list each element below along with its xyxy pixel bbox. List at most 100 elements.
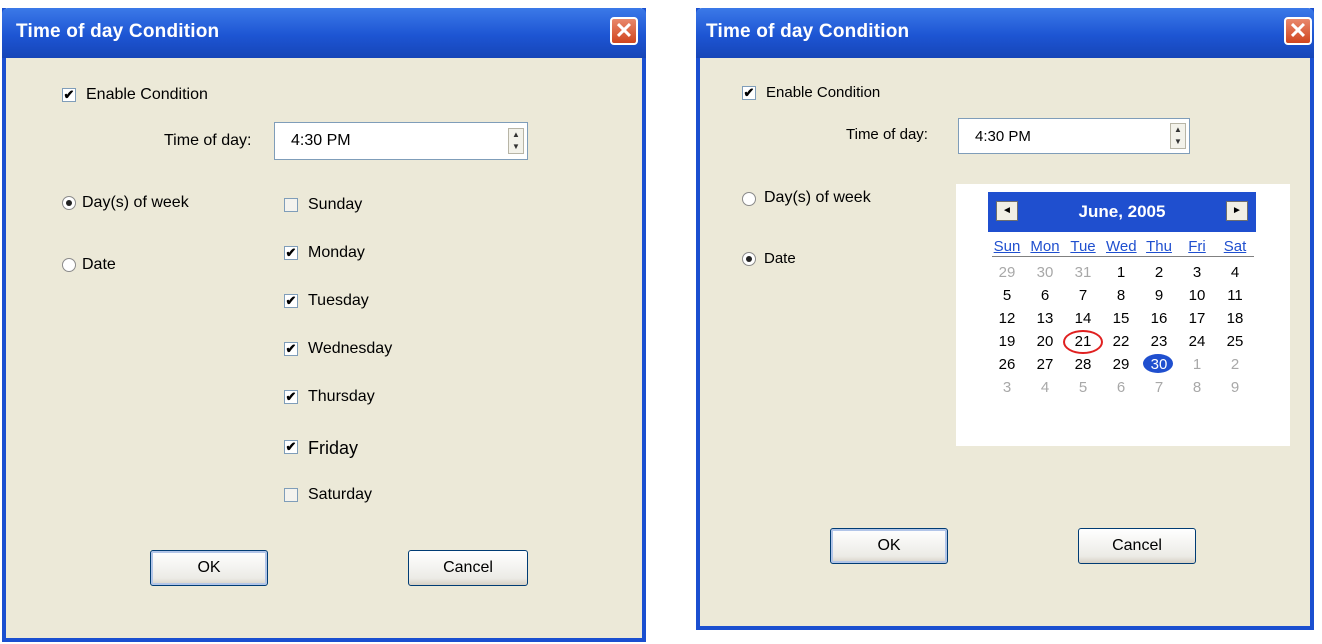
calendar-day[interactable]: 3 (1182, 264, 1212, 281)
calendar-day-number: 6 (1040, 287, 1050, 304)
calendar-day[interactable]: 1 (1182, 356, 1212, 373)
calendar-day-number: 30 (1036, 264, 1054, 281)
calendar-day[interactable]: 7 (1068, 287, 1098, 304)
calendar-day[interactable]: 11 (1220, 287, 1250, 304)
calendar-day[interactable]: 8 (1106, 287, 1136, 304)
time-of-day-input[interactable]: 4:30 PM ▲ ▼ (274, 122, 528, 160)
calendar-day[interactable]: 18 (1220, 310, 1250, 327)
calendar-divider (992, 256, 1254, 257)
calendar-day[interactable]: 10 (1182, 287, 1212, 304)
calendar-day-number: 16 (1150, 310, 1168, 327)
title-bar[interactable]: Time of day Condition ✕ (696, 8, 1314, 58)
calendar-day[interactable]: 9 (1220, 379, 1250, 396)
calendar-day[interactable]: 28 (1068, 356, 1098, 373)
enable-condition-checkbox[interactable]: ✔ (742, 86, 756, 100)
date-radio[interactable] (742, 252, 756, 266)
day-checkbox-friday[interactable]: ✔ (284, 440, 298, 454)
spin-down-icon[interactable]: ▼ (509, 141, 523, 153)
date-radio[interactable] (62, 258, 76, 272)
day-checkbox-sunday[interactable] (284, 198, 298, 212)
time-spinner[interactable]: ▲ ▼ (1170, 123, 1186, 149)
calendar-day-number: 10 (1188, 287, 1206, 304)
time-of-day-dialog-days: Time of day Condition ✕ ✔ Enable Conditi… (2, 8, 646, 642)
calendar-day[interactable]: 15 (1106, 310, 1136, 327)
calendar-day[interactable]: 26 (992, 356, 1022, 373)
calendar-day[interactable]: 30 (1030, 264, 1060, 281)
day-label-thursday: Thursday (308, 388, 375, 405)
days-of-week-radio[interactable] (62, 196, 76, 210)
weekday-header: Wed (1106, 238, 1137, 255)
calendar-day-number: 9 (1154, 287, 1164, 304)
days-of-week-radio[interactable] (742, 192, 756, 206)
radio-selected-dot (66, 200, 72, 206)
day-checkbox-monday[interactable]: ✔ (284, 246, 298, 260)
spin-up-icon[interactable]: ▲ (1171, 124, 1185, 136)
day-checkbox-thursday[interactable]: ✔ (284, 390, 298, 404)
time-spinner[interactable]: ▲ ▼ (508, 128, 524, 154)
spin-up-icon[interactable]: ▲ (509, 129, 523, 141)
calendar-day[interactable]: 27 (1030, 356, 1060, 373)
day-label-wednesday: Wednesday (308, 340, 393, 357)
calendar-day-number: 15 (1112, 310, 1130, 327)
time-of-day-label: Time of day: (164, 132, 252, 149)
title-bar[interactable]: Time of day Condition ✕ (2, 8, 646, 58)
calendar-day-selected[interactable]: 30 (1143, 354, 1174, 373)
calendar-day[interactable]: 22 (1106, 333, 1136, 350)
calendar-day[interactable]: 31 (1068, 264, 1098, 281)
day-checkbox-tuesday[interactable]: ✔ (284, 294, 298, 308)
calendar-day[interactable]: 12 (992, 310, 1022, 327)
enable-condition-label: Enable Condition (766, 84, 881, 101)
close-button[interactable]: ✕ (1284, 17, 1312, 45)
calendar-day-number: 31 (1074, 264, 1092, 281)
weekday-header: Sat (1223, 238, 1247, 255)
calendar-day[interactable]: 5 (1068, 379, 1098, 396)
calendar-day-number: 1 (1116, 264, 1126, 281)
ok-button[interactable]: OK (830, 528, 948, 564)
calendar-day[interactable]: 5 (992, 287, 1022, 304)
calendar-day[interactable]: 9 (1144, 287, 1174, 304)
calendar-day-today[interactable]: 21 (1063, 330, 1103, 354)
calendar-day[interactable]: 6 (1030, 287, 1060, 304)
calendar-day[interactable]: 23 (1144, 333, 1174, 350)
calendar-day-number: 8 (1192, 379, 1202, 396)
calendar-day[interactable]: 3 (992, 379, 1022, 396)
calendar-day-number: 23 (1150, 333, 1168, 350)
day-checkbox-wednesday[interactable]: ✔ (284, 342, 298, 356)
calendar-day[interactable]: 1 (1106, 264, 1136, 281)
weekday-header: Thu (1146, 238, 1172, 255)
calendar-day[interactable]: 4 (1220, 264, 1250, 281)
close-button[interactable]: ✕ (610, 17, 638, 45)
calendar-day[interactable]: 17 (1182, 310, 1212, 327)
calendar-day[interactable]: 20 (1030, 333, 1060, 350)
calendar-day[interactable]: 25 (1220, 333, 1250, 350)
day-checkbox-saturday[interactable] (284, 488, 298, 502)
calendar-day-number: 13 (1036, 310, 1054, 327)
calendar-day-number: 1 (1192, 356, 1202, 373)
calendar-day[interactable]: 4 (1030, 379, 1060, 396)
calendar-day[interactable]: 24 (1182, 333, 1212, 350)
calendar-day-number: 26 (998, 356, 1016, 373)
time-of-day-input[interactable]: 4:30 PM ▲ ▼ (958, 118, 1190, 154)
calendar-day-number: 27 (1036, 356, 1054, 373)
calendar-day[interactable]: 19 (992, 333, 1022, 350)
month-calendar[interactable]: ◄ June, 2005 ► Sun Mon Tue Wed Thu Fri Sat 29 30… (956, 184, 1290, 446)
calendar-day-number: 11 (1227, 287, 1243, 304)
calendar-day-number: 22 (1112, 333, 1130, 350)
calendar-day[interactable]: 8 (1182, 379, 1212, 396)
spin-down-icon[interactable]: ▼ (1171, 136, 1185, 148)
cancel-button[interactable]: Cancel (408, 550, 528, 586)
calendar-day[interactable]: 29 (992, 264, 1022, 281)
calendar-day[interactable]: 16 (1144, 310, 1174, 327)
calendar-day[interactable]: 2 (1220, 356, 1250, 373)
ok-button[interactable]: OK (150, 550, 268, 586)
enable-condition-checkbox[interactable]: ✔ (62, 88, 76, 102)
cancel-button[interactable]: Cancel (1078, 528, 1196, 564)
calendar-day[interactable]: 7 (1144, 379, 1174, 396)
calendar-day[interactable]: 14 (1068, 310, 1098, 327)
calendar-day[interactable]: 13 (1030, 310, 1060, 327)
calendar-day[interactable]: 29 (1106, 356, 1136, 373)
calendar-month-label[interactable]: June, 2005 (988, 202, 1256, 222)
calendar-day[interactable]: 6 (1106, 379, 1136, 396)
calendar-day[interactable]: 2 (1144, 264, 1174, 281)
next-month-button[interactable]: ► (1226, 201, 1248, 221)
